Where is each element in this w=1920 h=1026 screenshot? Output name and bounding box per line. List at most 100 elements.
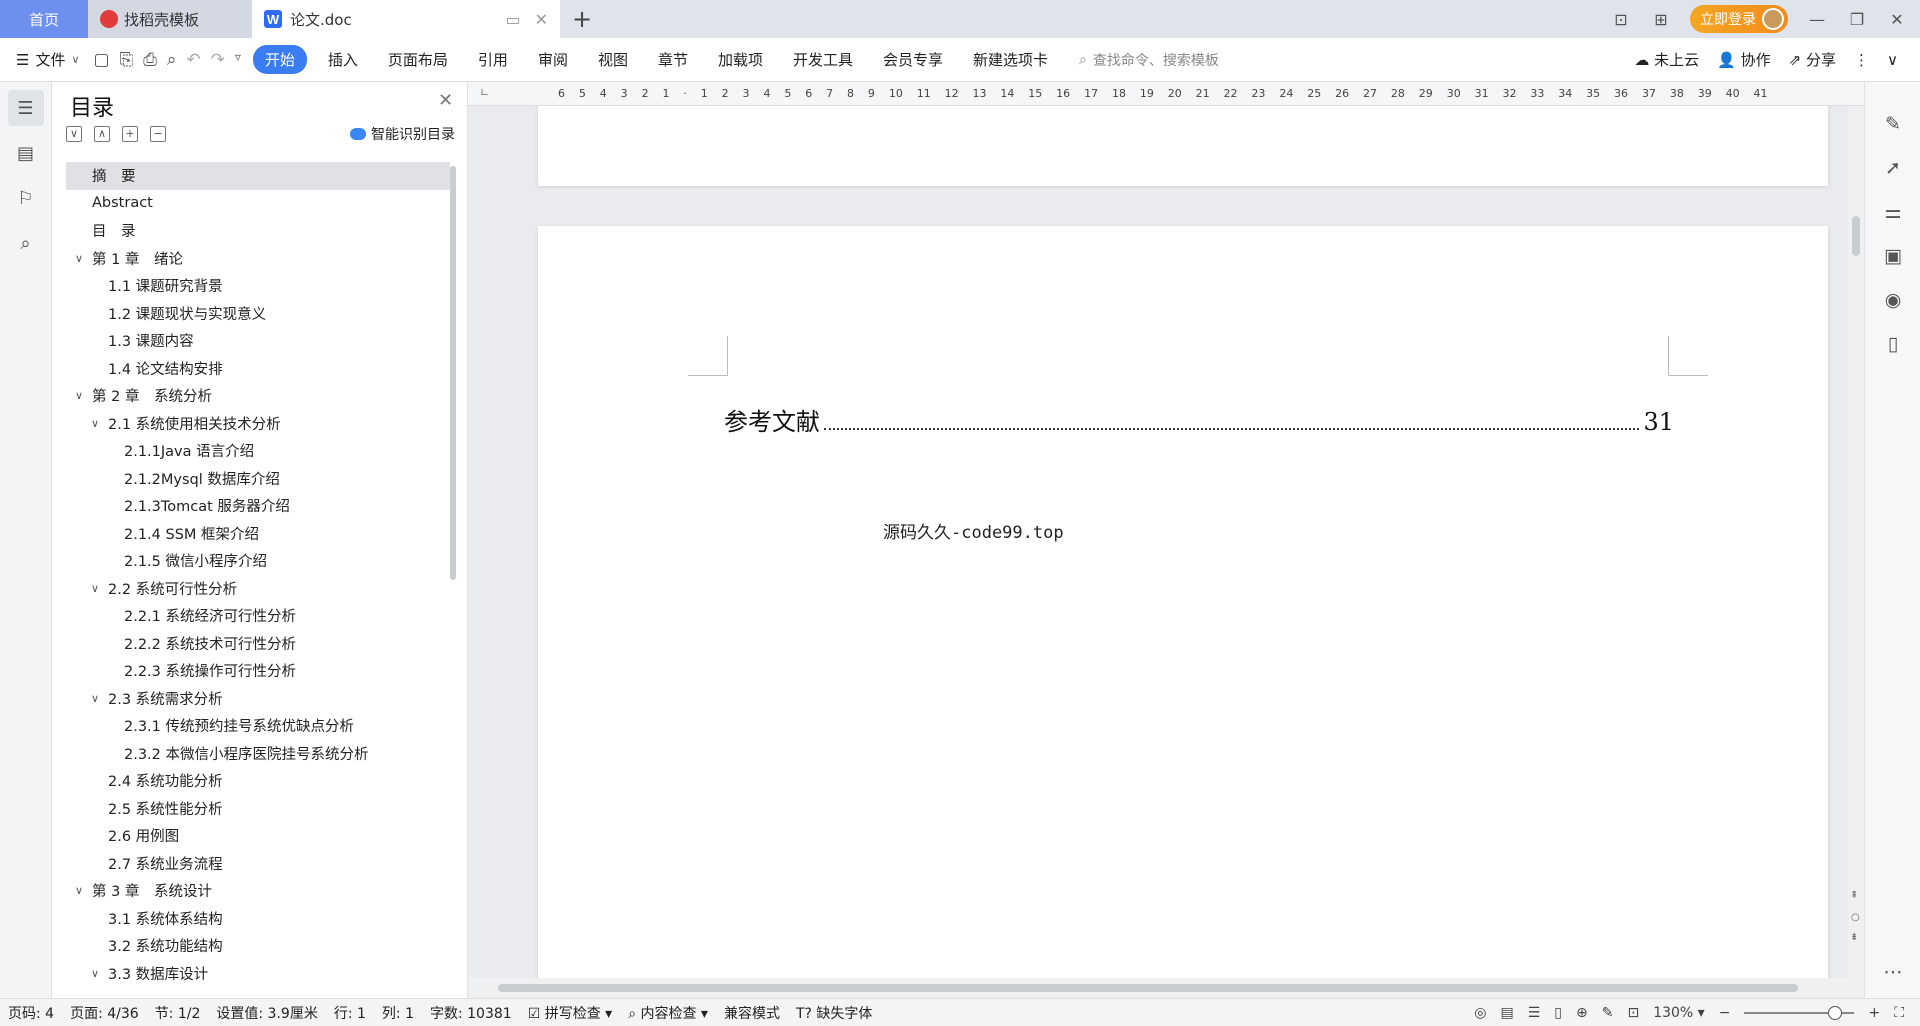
scroll-up-icon[interactable]: ⇞ bbox=[1850, 890, 1858, 901]
toc-item[interactable]: ∨ 第 1 章 绪论 bbox=[66, 245, 450, 273]
fullscreen-icon[interactable]: ⛶ bbox=[1894, 1005, 1904, 1021]
missing-font-button[interactable]: T? 缺失字体 bbox=[796, 1003, 872, 1023]
ribbon-tab-view[interactable]: 视图 bbox=[583, 45, 643, 74]
reader-icon[interactable]: ▯ bbox=[1865, 322, 1920, 366]
ribbon-tab-addins[interactable]: 加载项 bbox=[703, 45, 778, 74]
toc-item[interactable]: 摘 要 bbox=[66, 162, 450, 190]
toc-item[interactable]: 2.1.4 SSM 框架介绍 bbox=[66, 520, 450, 548]
chevron-down-icon[interactable]: ∨ bbox=[88, 417, 102, 430]
toc-item[interactable]: 1.3 课题内容 bbox=[66, 327, 450, 355]
apps-grid-icon[interactable]: ⊞ bbox=[1650, 10, 1672, 29]
layout-toggle-icon[interactable]: ⊡ bbox=[1610, 10, 1632, 29]
ribbon-tab-developer[interactable]: 开发工具 bbox=[778, 45, 868, 74]
chevron-down-icon[interactable]: ∨ bbox=[72, 884, 86, 897]
more-tools-icon[interactable]: ⋯ bbox=[1865, 950, 1920, 994]
toc-item[interactable]: 2.2.2 系统技术可行性分析 bbox=[66, 630, 450, 658]
ribbon-tab-page-layout[interactable]: 页面布局 bbox=[373, 45, 463, 74]
toc-item[interactable]: ∨ 2.2 系统可行性分析 bbox=[66, 575, 450, 603]
chevron-down-icon[interactable]: ∨ bbox=[88, 967, 102, 980]
toc-item[interactable]: 2.1.2Mysql 数据库介绍 bbox=[66, 465, 450, 493]
collapse-ribbon-icon[interactable]: ∨ bbox=[1887, 51, 1898, 69]
image-tool-icon[interactable]: ▣ bbox=[1865, 234, 1920, 278]
collapse-all-icon[interactable]: ∨ bbox=[66, 126, 82, 142]
status-page[interactable]: 页面: 4/36 bbox=[70, 1003, 139, 1023]
toc-item[interactable]: 1.4 论文结构安排 bbox=[66, 355, 450, 383]
pin-tab-icon[interactable]: ▭ bbox=[505, 10, 520, 29]
document-canvas[interactable]: 参考文献 31 源码久久-code99.top bbox=[468, 106, 1864, 978]
print-icon[interactable]: ⎙ bbox=[143, 50, 157, 70]
minimize-icon[interactable]: — bbox=[1806, 10, 1828, 29]
tab-home[interactable]: 首页 bbox=[0, 0, 88, 38]
new-tab-button[interactable]: + bbox=[560, 0, 604, 38]
page-view-icon[interactable]: ▤ bbox=[1500, 1005, 1513, 1021]
toc-item[interactable]: 2.3.1 传统预约挂号系统优缺点分析 bbox=[66, 712, 450, 740]
zoom-slider-knob[interactable] bbox=[1828, 1005, 1843, 1020]
chevron-down-icon[interactable]: ∨ bbox=[72, 389, 86, 402]
login-button[interactable]: 立即登录 bbox=[1690, 5, 1788, 33]
zoom-slider[interactable] bbox=[1744, 1005, 1855, 1020]
toc-item[interactable]: 1.2 课题现状与实现意义 bbox=[66, 300, 450, 328]
ribbon-tab-chapter[interactable]: 章节 bbox=[643, 45, 703, 74]
toc-item[interactable]: 2.1.1Java 语言介绍 bbox=[66, 437, 450, 465]
pen-icon[interactable]: ✎ bbox=[1865, 102, 1920, 146]
web-view-icon[interactable]: ⊕ bbox=[1576, 1005, 1588, 1021]
redo-icon[interactable]: ↷ bbox=[211, 50, 225, 70]
save-icon[interactable]: ▢ bbox=[94, 50, 110, 70]
toc-item[interactable]: 2.5 系统性能分析 bbox=[66, 795, 450, 823]
toc-scrollbar[interactable] bbox=[450, 166, 456, 580]
zoom-in-icon[interactable]: + bbox=[1868, 1005, 1880, 1021]
zoom-level[interactable]: 130% ▾ bbox=[1653, 1005, 1705, 1021]
fit-page-icon[interactable]: ⊡ bbox=[1627, 1005, 1639, 1021]
file-menu[interactable]: ☰ 文件 ∨ bbox=[16, 49, 80, 70]
add-heading-icon[interactable]: + bbox=[122, 126, 138, 142]
ribbon-tab-home[interactable]: 开始 bbox=[252, 45, 307, 74]
scroll-select-icon[interactable]: ○ bbox=[1851, 912, 1860, 923]
toc-item[interactable]: 2.2.3 系统操作可行性分析 bbox=[66, 657, 450, 685]
toc-item[interactable]: 1.1 课题研究背景 bbox=[66, 272, 450, 300]
toc-item[interactable]: 3.2 系统功能结构 bbox=[66, 932, 450, 960]
horizontal-scroll-thumb[interactable] bbox=[498, 984, 1798, 992]
content-check-button[interactable]: ⌕ 内容检查 ▾ bbox=[628, 1003, 708, 1023]
toc-item[interactable]: 2.1.3Tomcat 服务器介绍 bbox=[66, 492, 450, 520]
ribbon-tab-references[interactable]: 引用 bbox=[463, 45, 523, 74]
chapter-nav-icon[interactable]: ▤ bbox=[8, 135, 44, 171]
close-icon[interactable]: ✕ bbox=[438, 90, 453, 111]
status-words[interactable]: 字数: 10381 bbox=[430, 1003, 512, 1023]
chevron-down-icon[interactable]: ∨ bbox=[88, 692, 102, 705]
expand-all-icon[interactable]: ∧ bbox=[94, 126, 110, 142]
adjust-icon[interactable]: ⚌ bbox=[1865, 190, 1920, 234]
toc-item[interactable]: 2.7 系统业务流程 bbox=[66, 850, 450, 878]
read-view-icon[interactable]: ▯ bbox=[1554, 1005, 1562, 1021]
toc-item[interactable]: 2.4 系统功能分析 bbox=[66, 767, 450, 795]
toc-item[interactable]: 目 录 bbox=[66, 217, 450, 245]
close-tab-icon[interactable]: ✕ bbox=[535, 10, 548, 29]
restore-icon[interactable]: ❐ bbox=[1846, 10, 1868, 29]
tab-document[interactable]: W 论文.doc ▭ ✕ bbox=[252, 0, 560, 38]
export-pdf-icon[interactable]: ⎘ bbox=[120, 50, 134, 70]
cloud-status[interactable]: ☁ 未上云 bbox=[1634, 49, 1699, 70]
toc-item[interactable]: Abstract bbox=[66, 190, 450, 218]
undo-icon[interactable]: ↶ bbox=[186, 50, 200, 70]
chevron-down-icon[interactable]: ∨ bbox=[88, 582, 102, 595]
command-search[interactable]: ⌕ 查找命令、搜索模板 bbox=[1079, 50, 1219, 70]
bookmark-icon[interactable]: ⚐ bbox=[8, 180, 44, 216]
ribbon-tab-member[interactable]: 会员专享 bbox=[868, 45, 958, 74]
outline-view-icon[interactable]: ☰ bbox=[1528, 1005, 1541, 1021]
ribbon-tab-insert[interactable]: 插入 bbox=[313, 45, 373, 74]
print-preview-icon[interactable]: ⌕ bbox=[167, 50, 177, 70]
write-view-icon[interactable]: ✎ bbox=[1602, 1005, 1614, 1021]
toc-item[interactable]: ∨ 2.1 系统使用相关技术分析 bbox=[66, 410, 450, 438]
ai-assistant-icon[interactable]: ◉ bbox=[1865, 278, 1920, 322]
vertical-scrollbar[interactable]: ⇞ ○ ⇟ bbox=[1848, 106, 1864, 978]
spell-check-button[interactable]: ☑ 拼写检查 ▾ bbox=[528, 1003, 613, 1023]
eye-protection-icon[interactable]: ◎ bbox=[1474, 1005, 1486, 1021]
toc-item[interactable]: 2.3.2 本微信小程序医院挂号系统分析 bbox=[66, 740, 450, 768]
ribbon-tab-new[interactable]: 新建选项卡 bbox=[958, 45, 1063, 74]
toc-item[interactable]: ∨ 2.3 系统需求分析 bbox=[66, 685, 450, 713]
toc-item[interactable]: ∨ 3.3 数据库设计 bbox=[66, 960, 450, 988]
collab-button[interactable]: 👤 协作 bbox=[1717, 49, 1770, 70]
more-icon[interactable]: ⋮ bbox=[1854, 51, 1869, 69]
vertical-scroll-thumb[interactable] bbox=[1852, 216, 1860, 256]
select-icon[interactable]: ➚ bbox=[1865, 146, 1920, 190]
toc-item[interactable]: ∨ 第 2 章 系统分析 bbox=[66, 382, 450, 410]
